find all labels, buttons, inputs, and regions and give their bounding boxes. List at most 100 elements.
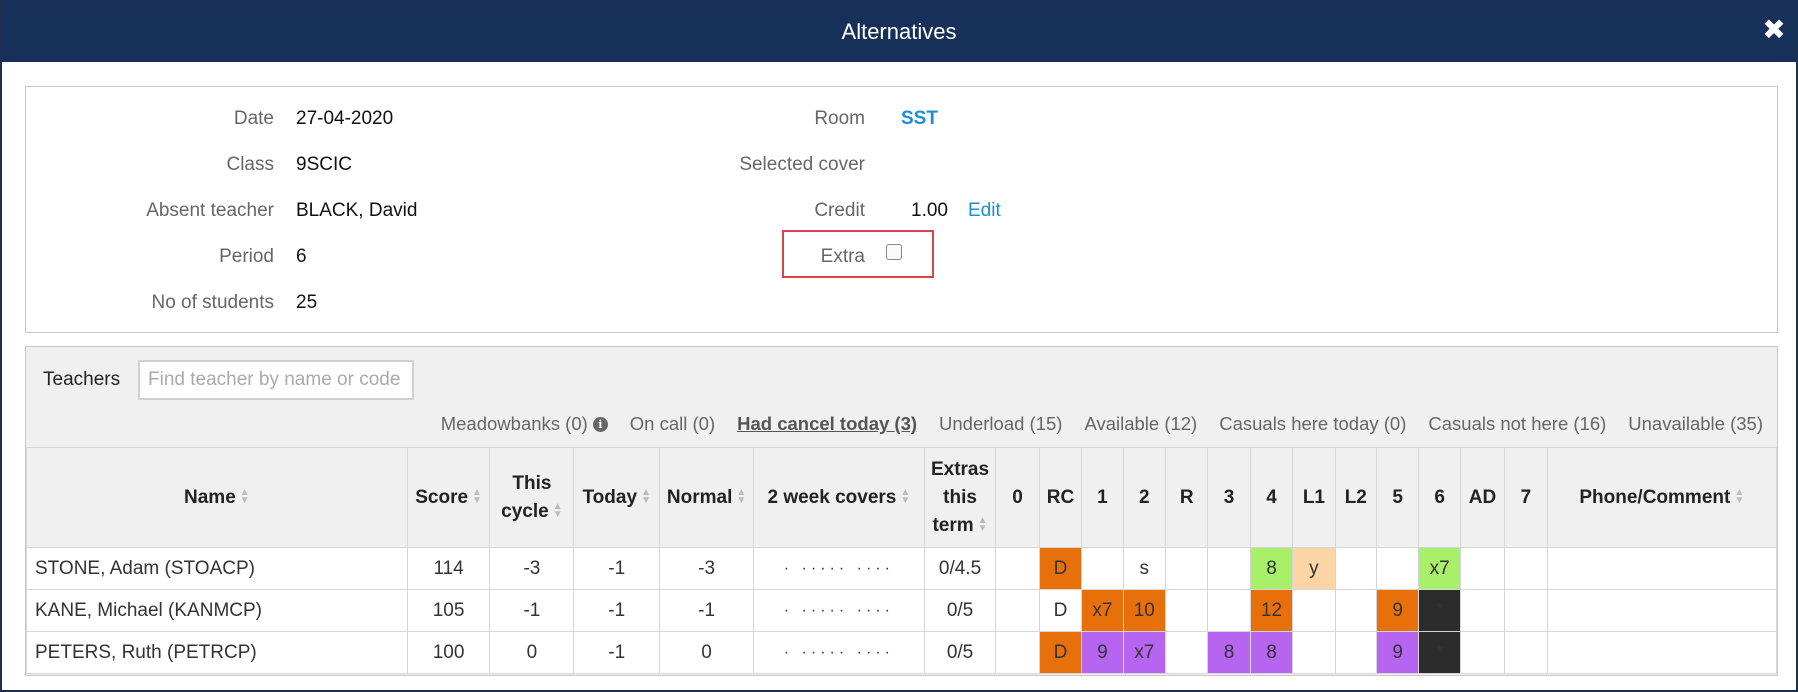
- period-cell: 8: [1249, 547, 1294, 590]
- period-cell: 12: [1249, 589, 1294, 632]
- phone-comment-cell: [1546, 589, 1778, 632]
- score-cell: 100: [406, 631, 491, 674]
- normal-cell: 0: [659, 631, 755, 674]
- period-cell: s: [1122, 547, 1166, 590]
- filter-available[interactable]: Available (12): [1084, 413, 1197, 435]
- class-value: 9SCIC: [296, 154, 352, 175]
- two-week-covers-cell: · ····· ····: [753, 547, 925, 590]
- extras-cell: 0/4.5: [923, 547, 997, 590]
- class-row: Class 9SCIC: [26, 150, 626, 180]
- period-cell: 8: [1249, 631, 1294, 674]
- this-cycle-cell: -1: [489, 589, 575, 632]
- sort-icon: ▲ ▼: [239, 487, 250, 507]
- teachers-table: Name ▲ ▼ Score ▲ ▼ This cycle ▲ ▼ Today ▲ ▼ Norma…: [26, 447, 1778, 674]
- period-cell: [1504, 589, 1548, 632]
- date-row: Date 27-04-2020: [26, 104, 626, 134]
- sort-icon: ▲ ▼: [1734, 487, 1745, 507]
- table-row: PETERS, Ruth (PETRCP) 100 0 -1 0 · ····· ····…: [26, 631, 1778, 674]
- students-label: No of students: [151, 292, 274, 313]
- col-period-4: 4: [1249, 447, 1294, 548]
- period-cell: [1504, 631, 1548, 674]
- credit-edit-link[interactable]: Edit: [968, 200, 1001, 222]
- col-score[interactable]: Score ▲ ▼: [406, 447, 491, 548]
- selected-cover-row: Selected cover: [626, 150, 1226, 180]
- period-cell: [1164, 589, 1209, 632]
- filter-had-cancel-today[interactable]: Had cancel today (3): [737, 413, 917, 435]
- alternatives-dialog: Alternatives ✖ Date 27-04-2020 Class 9SC…: [0, 0, 1798, 692]
- period-label: Period: [219, 246, 274, 267]
- col-phone-comment[interactable]: Phone/Comment ▲ ▼: [1546, 447, 1778, 548]
- period-cell: [1334, 589, 1378, 632]
- filter-casuals-not-here[interactable]: Casuals not here (16): [1428, 413, 1606, 435]
- credit-label: Credit: [814, 200, 865, 221]
- col-this-cycle[interactable]: This cycle ▲ ▼: [489, 447, 575, 548]
- credit-value: 1.00: [911, 200, 948, 221]
- col-period-l1: L1: [1292, 447, 1336, 548]
- room-label: Room: [814, 108, 865, 129]
- col-period-r: R: [1164, 447, 1209, 548]
- col-period-ad: AD: [1459, 447, 1506, 548]
- period-cell: D: [1038, 589, 1083, 632]
- extra-highlight-box: [782, 230, 934, 278]
- filter-on-call[interactable]: On call (0): [630, 413, 715, 435]
- filter-underload[interactable]: Underload (15): [939, 413, 1062, 435]
- period-cell: [1459, 589, 1506, 632]
- score-cell: 114: [406, 547, 491, 590]
- period-cell: [1292, 631, 1336, 674]
- col-today[interactable]: Today ▲ ▼: [573, 447, 661, 548]
- teacher-name-link[interactable]: KANE, Michael (KANMCP): [26, 589, 408, 632]
- period-cell: [995, 589, 1040, 632]
- period-cell: [1334, 547, 1378, 590]
- period-cell: 9: [1375, 631, 1420, 674]
- absent-teacher-row: Absent teacher BLACK, David: [26, 196, 626, 226]
- close-icon[interactable]: ✖: [1760, 16, 1788, 44]
- class-label: Class: [226, 154, 274, 175]
- sort-icon: ▲ ▼: [900, 487, 911, 507]
- score-cell: 105: [406, 589, 491, 632]
- period-cell: *: [1418, 589, 1461, 632]
- col-name[interactable]: Name ▲ ▼: [26, 447, 408, 548]
- room-row: Room SST: [626, 104, 1226, 134]
- period-cell: [995, 631, 1040, 674]
- absent-teacher-value: BLACK, David: [296, 200, 418, 221]
- dialog-header: Alternatives ✖: [2, 2, 1796, 62]
- period-value: 6: [296, 246, 307, 267]
- col-period-1: 1: [1081, 447, 1124, 548]
- col-period-l2: L2: [1334, 447, 1378, 548]
- details-panel: Date 27-04-2020 Class 9SCIC Absent teach…: [25, 86, 1778, 333]
- period-cell: 8: [1207, 631, 1251, 674]
- col-period-3: 3: [1207, 447, 1251, 548]
- period-cell: [1292, 589, 1336, 632]
- teacher-name-link[interactable]: PETERS, Ruth (PETRCP): [26, 631, 408, 674]
- period-cell: [1207, 547, 1251, 590]
- col-period-2: 2: [1122, 447, 1166, 548]
- info-icon[interactable]: i: [592, 416, 608, 432]
- teacher-search-input[interactable]: [138, 360, 414, 400]
- period-cell: 9: [1375, 589, 1420, 632]
- today-cell: -1: [573, 589, 661, 632]
- col-extras-this-term[interactable]: Extras this term ▲ ▼: [923, 447, 997, 548]
- sort-icon: ▲ ▼: [552, 501, 563, 521]
- extra-checkbox[interactable]: [886, 244, 902, 260]
- period-cell: D: [1038, 631, 1083, 674]
- period-cell: [1081, 547, 1124, 590]
- teachers-title: Teachers: [43, 369, 121, 390]
- col-normal[interactable]: Normal ▲ ▼: [659, 447, 755, 548]
- date-value: 27-04-2020: [296, 108, 394, 129]
- two-week-covers-cell: · ····· ····: [753, 589, 925, 632]
- col-two-week-covers[interactable]: 2 week covers ▲ ▼: [753, 447, 925, 548]
- filter-unavailable[interactable]: Unavailable (35): [1628, 413, 1763, 435]
- room-link[interactable]: SST: [901, 108, 938, 130]
- table-row: STONE, Adam (STOACP) 114 -3 -1 -3 · ····· ···…: [26, 547, 1778, 590]
- col-period-0: 0: [995, 447, 1040, 548]
- absent-teacher-label: Absent teacher: [146, 200, 274, 221]
- teacher-name-link[interactable]: STONE, Adam (STOACP): [26, 547, 408, 590]
- period-cell: *: [1418, 631, 1461, 674]
- filter-casuals-here[interactable]: Casuals here today (0): [1219, 413, 1406, 435]
- dialog-title: Alternatives: [841, 19, 957, 44]
- period-cell: D: [1038, 547, 1083, 590]
- period-cell: y: [1292, 547, 1336, 590]
- col-period-5: 5: [1375, 447, 1420, 548]
- filter-meadowbanks[interactable]: Meadowbanks (0) i: [441, 413, 608, 435]
- this-cycle-cell: 0: [489, 631, 575, 674]
